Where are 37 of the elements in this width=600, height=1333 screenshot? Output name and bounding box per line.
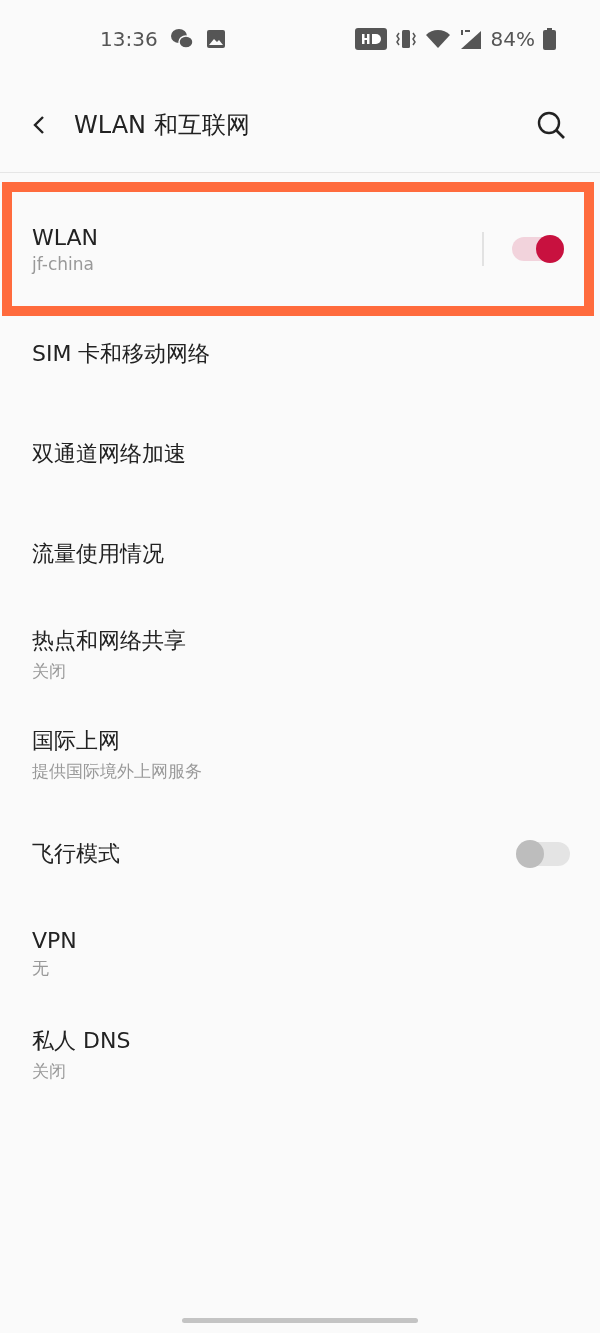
settings-item[interactable]: 热点和网络共享 关闭	[0, 604, 600, 704]
settings-item[interactable]: 国际上网 提供国际境外上网服务	[0, 704, 600, 804]
settings-item[interactable]: 飞行模式	[0, 804, 600, 904]
settings-item[interactable]: 双通道网络加速	[0, 404, 600, 504]
wifi-icon	[424, 28, 451, 50]
toggle-switch[interactable]	[518, 842, 570, 866]
settings-item[interactable]: 私人 DNS 关闭	[0, 1004, 600, 1104]
settings-item[interactable]: WLAN jf-china	[12, 192, 584, 306]
item-title: 飞行模式	[32, 840, 121, 868]
item-title: 国际上网	[32, 726, 121, 755]
cellular-signal-icon	[458, 28, 483, 50]
settings-item[interactable]: VPN 无	[0, 904, 600, 1004]
item-title: 私人 DNS	[32, 1026, 132, 1055]
item-title: 流量使用情况	[32, 540, 165, 568]
item-subtitle: 提供国际境外上网服务	[32, 759, 203, 783]
item-subtitle: 无	[32, 957, 50, 980]
chevron-left-icon[interactable]	[33, 116, 44, 134]
battery-icon	[543, 28, 556, 50]
settings-item[interactable]: SIM 卡和移动网络	[0, 304, 600, 404]
page-title: WLAN 和互联网	[74, 110, 251, 141]
item-subtitle: jf-china	[32, 253, 95, 274]
vibrate-icon	[394, 28, 417, 50]
item-title: SIM 卡和移动网络	[32, 340, 212, 368]
battery-percentage: 84%	[490, 27, 535, 51]
chat-bubbles-icon	[169, 28, 194, 50]
toggle-switch[interactable]	[512, 237, 564, 261]
item-subtitle: 关闭	[32, 659, 67, 683]
item-title: VPN	[32, 928, 78, 953]
item-subtitle: 关闭	[32, 1059, 67, 1083]
search-button[interactable]	[536, 110, 566, 140]
status-time: 13:36	[100, 27, 158, 51]
item-title: WLAN	[32, 224, 100, 250]
settings-item[interactable]: 流量使用情况	[0, 504, 600, 604]
image-icon	[205, 29, 226, 49]
item-title: 热点和网络共享	[32, 626, 187, 655]
hd-icon	[354, 28, 387, 50]
item-title: 双通道网络加速	[32, 440, 187, 468]
